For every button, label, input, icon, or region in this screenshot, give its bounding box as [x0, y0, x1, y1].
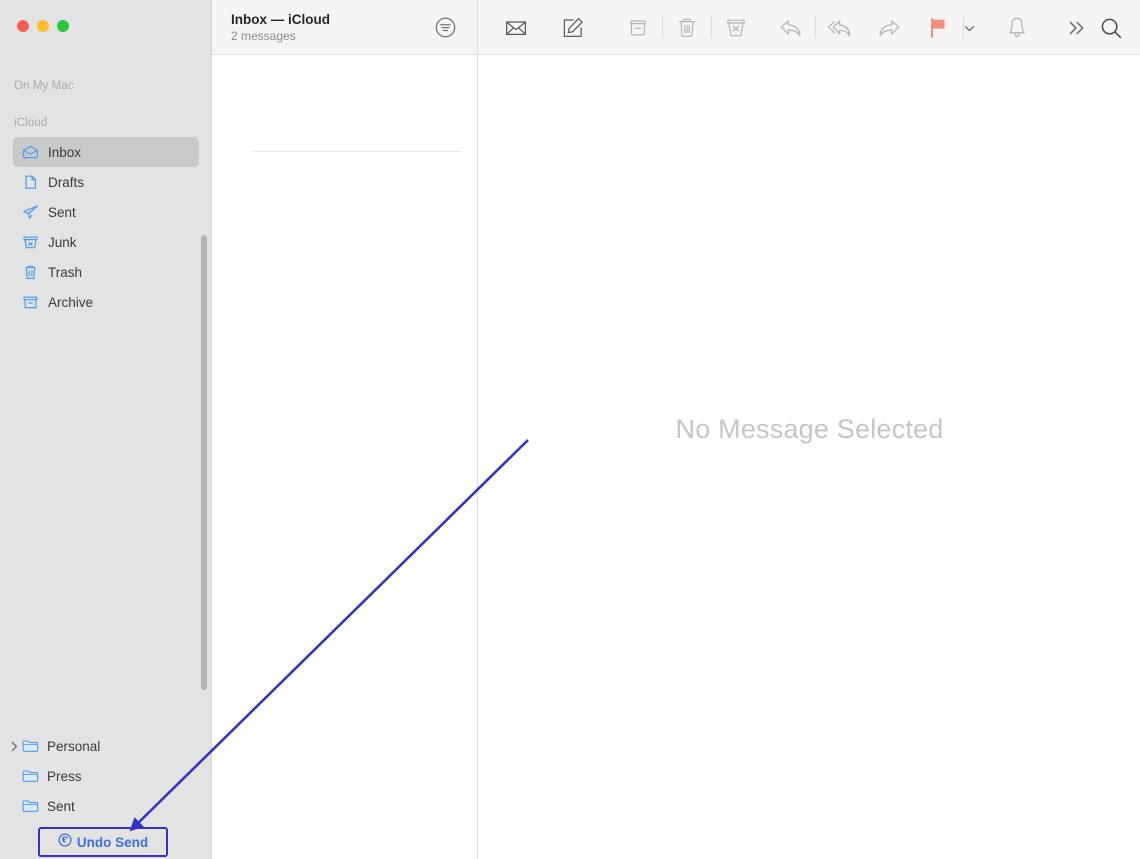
undo-send-label: Undo Send: [76, 834, 149, 850]
sidebar-item-drafts[interactable]: Drafts: [13, 167, 199, 197]
sidebar-folder-sent[interactable]: Sent: [13, 791, 199, 821]
undo-send-container: Undo Send: [40, 829, 166, 855]
toolbar: [478, 0, 1140, 55]
sidebar: On My Mac iCloud Inbox Drafts Sent Junk …: [0, 0, 212, 859]
archive-icon[interactable]: [624, 14, 652, 42]
sidebar-item-label: Archive: [48, 294, 94, 310]
message-content-panel: No Message Selected: [479, 56, 1140, 859]
sidebar-folder-press[interactable]: Press: [13, 761, 199, 791]
empty-state-label: No Message Selected: [675, 414, 944, 444]
search-icon[interactable]: [1097, 14, 1125, 42]
junk-icon[interactable]: [722, 14, 750, 42]
chevron-down-icon[interactable]: [958, 14, 980, 42]
sent-icon: [22, 204, 39, 221]
reply-icon[interactable]: [777, 14, 805, 42]
sidebar-item-label: Sent: [48, 204, 76, 220]
sidebar-item-junk[interactable]: Junk: [13, 227, 199, 257]
flag-icon[interactable]: [925, 14, 953, 42]
message-list-divider: [252, 151, 461, 152]
maximize-button[interactable]: [57, 20, 69, 32]
undo-circle-icon: [58, 832, 72, 852]
sidebar-folder-label: Sent: [47, 798, 75, 814]
sidebar-mailbox-list: Inbox Drafts Sent Junk Trash Archive: [0, 137, 212, 317]
minimize-button[interactable]: [37, 20, 49, 32]
sidebar-item-label: Inbox: [48, 144, 82, 160]
message-count-label: 2 messages: [231, 29, 296, 43]
mail-app-window: On My Mac iCloud Inbox Drafts Sent Junk …: [0, 0, 1140, 859]
trash-icon: [22, 264, 39, 281]
sidebar-section-header-on-my-mac: On My Mac: [14, 80, 74, 92]
toolbar-separator: [662, 16, 663, 38]
reply-all-icon[interactable]: [826, 14, 854, 42]
get-mail-icon[interactable]: [502, 14, 530, 42]
sidebar-item-inbox[interactable]: Inbox: [13, 137, 199, 167]
sidebar-item-label: Drafts: [48, 174, 85, 190]
message-list-title: Inbox — iCloud: [231, 12, 330, 27]
chevrons-right-icon[interactable]: [1063, 14, 1091, 42]
folder-icon: [22, 738, 39, 754]
sidebar-folder-list: Personal Press Sent: [0, 731, 212, 821]
message-list-header: Inbox — iCloud 2 messages: [212, 0, 477, 55]
sidebar-section-header-icloud: iCloud: [14, 117, 48, 129]
forward-icon[interactable]: [875, 14, 903, 42]
sidebar-folder-label: Press: [47, 768, 82, 784]
compose-icon[interactable]: [559, 14, 587, 42]
trash-icon[interactable]: [673, 14, 701, 42]
toolbar-separator: [711, 16, 712, 38]
sidebar-folder-personal[interactable]: Personal: [11, 731, 199, 761]
sidebar-folder-label: Personal: [47, 738, 101, 754]
sidebar-titlebar: [0, 0, 211, 55]
undo-send-button[interactable]: Undo Send: [40, 829, 166, 855]
chevron-right-icon[interactable]: [9, 741, 20, 752]
sidebar-item-sent[interactable]: Sent: [13, 197, 199, 227]
folder-icon: [22, 768, 39, 784]
toolbar-separator: [815, 16, 816, 38]
filter-sort-icon[interactable]: [434, 16, 457, 39]
sidebar-item-archive[interactable]: Archive: [13, 287, 199, 317]
sidebar-scrollbar[interactable]: [201, 235, 207, 690]
bell-icon[interactable]: [1003, 14, 1031, 42]
archive-icon: [22, 294, 39, 311]
sidebar-item-label: Trash: [48, 264, 83, 280]
junk-icon: [22, 234, 39, 251]
message-list-panel: Inbox — iCloud 2 messages: [212, 0, 478, 859]
traffic-lights: [17, 20, 69, 32]
drafts-icon: [22, 174, 39, 191]
sidebar-item-trash[interactable]: Trash: [13, 257, 199, 287]
folder-icon: [22, 798, 39, 814]
close-button[interactable]: [17, 20, 29, 32]
inbox-icon: [22, 144, 39, 161]
sidebar-item-label: Junk: [48, 234, 77, 250]
